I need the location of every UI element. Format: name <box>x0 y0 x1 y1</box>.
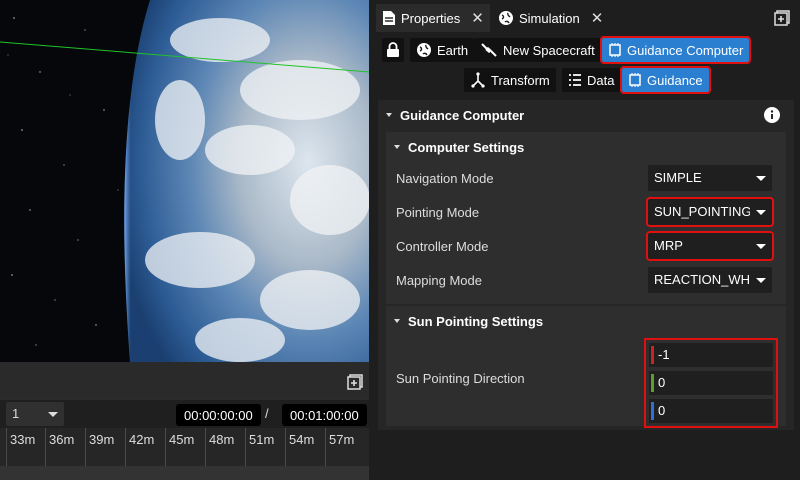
collapse-icon <box>394 145 400 149</box>
subsection-title: Sun Pointing Settings <box>408 313 544 329</box>
controller-mode-dropdown[interactable]: MRP <box>646 231 774 261</box>
y-axis-marker <box>651 374 654 392</box>
timeline-panel: 1 00:00:00:00 / 00:01:00:00 33m 36m 39m … <box>0 362 369 480</box>
subsection-header[interactable]: Computer Settings <box>386 132 786 162</box>
subsection-title: Computer Settings <box>408 139 525 155</box>
chip-icon <box>609 43 621 57</box>
navigation-mode-dropdown[interactable]: SIMPLE <box>648 165 772 191</box>
sun-pointing-direction-vector: -1 0 0 <box>644 338 778 428</box>
z-component-field[interactable]: 0 <box>649 399 773 423</box>
y-component-field[interactable]: 0 <box>649 371 773 395</box>
properties-panel: Properties ✕ Simulation ✕ Earth New Spac… <box>372 0 800 480</box>
field-value: 0 <box>658 375 666 390</box>
earth-view <box>0 0 369 362</box>
x-component-field[interactable]: -1 <box>649 343 773 367</box>
current-time[interactable]: 00:00:00:00 <box>176 404 261 426</box>
breadcrumb-label: Earth <box>437 42 469 58</box>
tab-properties[interactable]: Properties ✕ <box>376 4 490 32</box>
pointing-mode-label: Pointing Mode <box>396 204 480 220</box>
globe-icon <box>499 11 513 25</box>
tick-label: 57m <box>325 428 354 468</box>
breadcrumb-new-spacecraft[interactable]: New Spacecraft <box>474 38 601 62</box>
tick-label: 48m <box>205 428 234 468</box>
section-header[interactable]: Guidance Computer <box>378 100 794 130</box>
z-axis-marker <box>651 402 654 420</box>
tab-bar: Properties ✕ Simulation ✕ <box>372 0 800 36</box>
chevron-down-icon <box>756 210 766 215</box>
chevron-down-icon <box>756 176 766 181</box>
tick-label: 39m <box>85 428 114 468</box>
field-value: 0 <box>658 403 666 418</box>
breadcrumb-label: Guidance <box>647 72 703 88</box>
lock-button[interactable] <box>382 38 404 62</box>
speed-value: 1 <box>12 406 20 421</box>
end-time[interactable]: 00:01:00:00 <box>282 404 367 426</box>
tick-label: 42m <box>125 428 154 468</box>
list-icon <box>569 74 581 86</box>
close-icon[interactable]: ✕ <box>591 9 604 27</box>
breadcrumb-guidance[interactable]: Guidance <box>620 66 711 94</box>
tick-label: 33m <box>6 428 35 468</box>
breadcrumb: Earth New Spacecraft Guidance Computer T… <box>378 36 794 98</box>
globe-icon <box>417 43 431 57</box>
mapping-mode-label: Mapping Mode <box>396 272 482 288</box>
timeline-controls: 1 00:00:00:00 / 00:01:00:00 <box>0 400 369 428</box>
chevron-down-icon <box>756 244 766 249</box>
dropdown-value: MRP <box>654 238 683 253</box>
navigation-mode-label: Navigation Mode <box>396 170 494 186</box>
collapse-icon <box>386 113 392 117</box>
add-icon[interactable] <box>347 374 363 390</box>
mapping-mode-dropdown[interactable]: REACTION_WHEELS <box>648 267 772 293</box>
tab-simulation[interactable]: Simulation ✕ <box>492 4 609 32</box>
speed-select[interactable]: 1 <box>6 402 64 426</box>
sun-pointing-direction-label: Sun Pointing Direction <box>396 370 525 386</box>
component-title: Guidance Computer <box>400 107 525 123</box>
chevron-down-icon <box>48 412 58 417</box>
collapse-icon <box>394 319 400 323</box>
lock-icon <box>387 42 399 57</box>
dropdown-value: SIMPLE <box>654 170 702 185</box>
document-icon <box>383 11 395 25</box>
dropdown-value: REACTION_WHEELS <box>654 272 750 287</box>
breadcrumb-data[interactable]: Data <box>562 68 621 92</box>
breadcrumb-guidance-computer[interactable]: Guidance Computer <box>599 36 752 64</box>
tick-label: 51m <box>245 428 274 468</box>
timeline-scrollbar[interactable] <box>0 466 369 480</box>
breadcrumb-label: Guidance Computer <box>627 42 744 58</box>
tab-label: Simulation <box>519 10 580 26</box>
pointing-mode-dropdown[interactable]: SUN_POINTING <box>646 197 774 227</box>
sun-pointing-settings-group: Sun Pointing Settings Sun Pointing Direc… <box>386 306 786 428</box>
dropdown-value: SUN_POINTING <box>654 204 750 219</box>
time-separator: / <box>265 406 269 421</box>
field-value: -1 <box>658 347 670 362</box>
controller-mode-label: Controller Mode <box>396 238 489 254</box>
close-icon[interactable]: ✕ <box>471 9 484 27</box>
timeline-header <box>0 362 369 398</box>
tick-label: 36m <box>45 428 74 468</box>
timeline-ruler[interactable]: 33m 36m 39m 42m 45m 48m 51m 54m 57m <box>0 428 369 468</box>
info-icon[interactable] <box>764 107 780 123</box>
guidance-computer-section: Guidance Computer Computer Settings Navi… <box>378 100 794 430</box>
breadcrumb-label: New Spacecraft <box>503 42 595 58</box>
3d-viewport[interactable] <box>0 0 369 362</box>
tick-label: 54m <box>285 428 314 468</box>
satellite-icon <box>481 43 497 57</box>
breadcrumb-label: Transform <box>491 72 550 88</box>
tab-label: Properties <box>401 10 461 26</box>
chevron-down-icon <box>756 278 766 283</box>
breadcrumb-label: Data <box>587 72 615 88</box>
add-icon[interactable] <box>774 10 790 26</box>
chip-icon <box>629 73 641 87</box>
computer-settings-group: Computer Settings Navigation Mode SIMPLE… <box>386 132 786 304</box>
breadcrumb-earth[interactable]: Earth <box>410 38 475 62</box>
tick-label: 45m <box>165 428 194 468</box>
x-axis-marker <box>651 346 654 364</box>
transform-icon <box>471 72 485 88</box>
breadcrumb-transform[interactable]: Transform <box>464 68 556 92</box>
subsection-header[interactable]: Sun Pointing Settings <box>386 306 786 336</box>
